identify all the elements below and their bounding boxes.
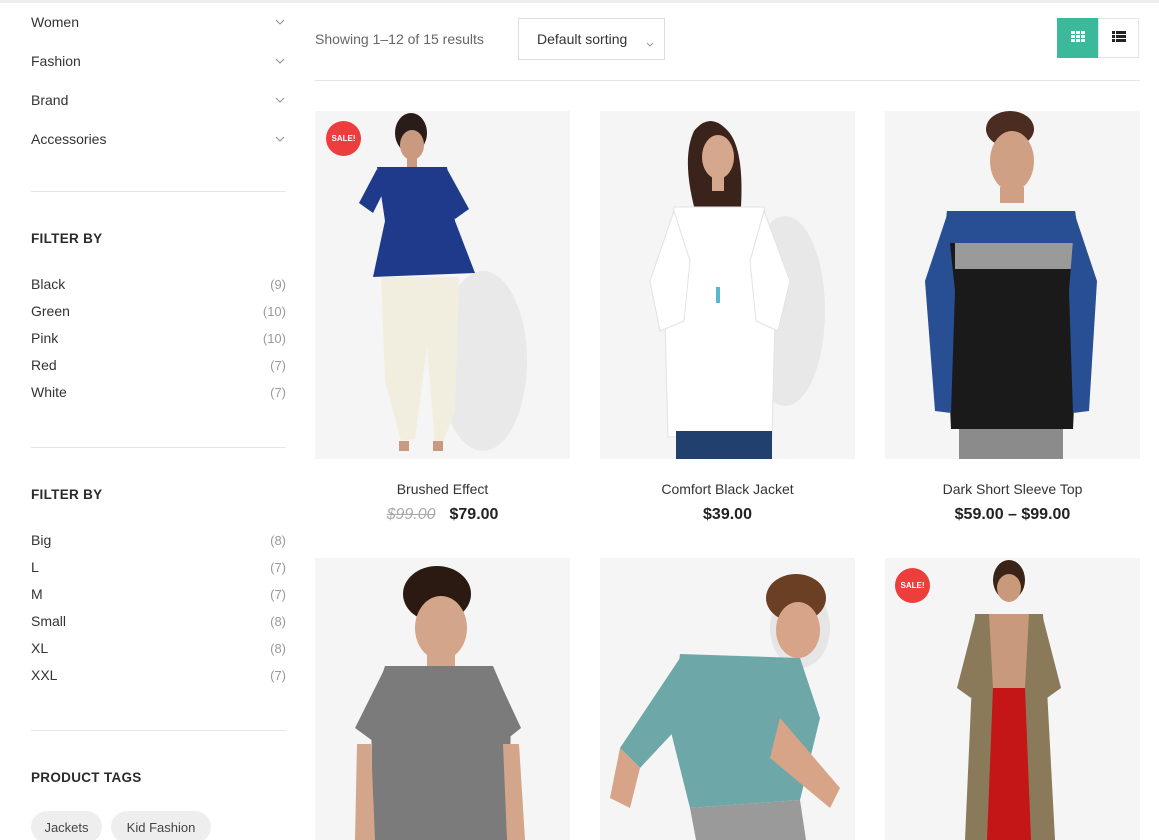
category-women[interactable]: Women (31, 10, 286, 34)
product-image[interactable]: SALE! (315, 111, 570, 459)
divider (31, 447, 286, 448)
chevron-down-icon[interactable] (274, 55, 286, 67)
category-label: Brand (31, 92, 69, 108)
category-brand[interactable]: Brand (31, 88, 286, 112)
filter-count: (7) (270, 384, 286, 400)
man-in-grey-polo-image (315, 558, 570, 840)
filter-label: M (31, 586, 43, 602)
filter-size-small[interactable]: Small (8) (31, 611, 286, 631)
list-view-button[interactable] (1098, 18, 1139, 58)
product-title[interactable]: Dark Short Sleeve Top (885, 481, 1140, 497)
grid-view-button[interactable] (1057, 18, 1098, 58)
product-price: $39.00 (600, 506, 855, 524)
category-fashion[interactable]: Fashion (31, 49, 286, 73)
filter-label: XL (31, 640, 49, 656)
product-image[interactable]: SALE! (885, 558, 1140, 840)
filter-count: (10) (262, 330, 286, 346)
filter-label: XXL (31, 667, 58, 683)
filter-color-black[interactable]: Black (9) (31, 274, 286, 294)
product-title[interactable]: Brushed Effect (315, 481, 570, 497)
chevron-down-icon[interactable] (274, 94, 286, 106)
filter-size-big[interactable]: Big (8) (31, 530, 286, 550)
grid-icon (1070, 29, 1085, 47)
chevron-down-icon (646, 34, 654, 50)
category-accessories[interactable]: Accessories (31, 127, 286, 151)
current-price: $59.00 – $99.00 (954, 506, 1071, 523)
filter-size-xl[interactable]: XL (8) (31, 638, 286, 658)
result-count: Showing 1–12 of 15 results (315, 31, 484, 47)
sale-badge: SALE! (326, 121, 361, 156)
product-image[interactable] (600, 111, 855, 459)
divider (31, 191, 286, 192)
category-label: Fashion (31, 53, 81, 69)
filter-label: Black (31, 276, 66, 292)
color-filter-title: FILTER BY (31, 231, 103, 246)
filter-label: L (31, 559, 39, 575)
product-price: $99.00 $79.00 (315, 506, 570, 524)
list-icon (1111, 29, 1126, 47)
filter-size-m[interactable]: M (7) (31, 584, 286, 604)
filter-label: Pink (31, 330, 59, 346)
product-image[interactable] (315, 558, 570, 840)
woman-in-blue-top-image (315, 111, 570, 459)
filter-count: (10) (262, 303, 286, 319)
filter-label: White (31, 384, 67, 400)
product-image[interactable] (600, 558, 855, 840)
sale-badge: SALE! (895, 568, 930, 603)
product-price: $59.00 – $99.00 (885, 506, 1140, 524)
product-title[interactable]: Comfort Black Jacket (600, 481, 855, 497)
sorting-value: Default sorting (537, 31, 628, 47)
filter-count: (9) (270, 276, 286, 292)
size-filter-title: FILTER BY (31, 487, 103, 502)
filter-color-red[interactable]: Red (7) (31, 355, 286, 375)
chevron-down-icon[interactable] (274, 16, 286, 28)
filter-count: (7) (270, 357, 286, 373)
filter-color-pink[interactable]: Pink (10) (31, 328, 286, 348)
filter-label: Small (31, 613, 67, 629)
old-price: $99.00 (386, 506, 436, 523)
top-border (0, 0, 1159, 3)
tag-kid-fashion[interactable]: Kid Fashion (111, 811, 211, 840)
category-label: Women (31, 14, 79, 30)
tag-jackets[interactable]: Jackets (31, 811, 102, 840)
filter-label: Big (31, 532, 52, 548)
filter-label: Green (31, 303, 70, 319)
filter-count: (8) (270, 532, 286, 548)
filter-count: (8) (270, 640, 286, 656)
filter-size-xxl[interactable]: XXL (7) (31, 665, 286, 685)
product-tags-title: PRODUCT TAGS (31, 770, 142, 785)
filter-count: (7) (270, 667, 286, 683)
toolbar-divider (315, 80, 1140, 81)
chevron-down-icon[interactable] (274, 133, 286, 145)
sorting-select[interactable]: Default sorting (518, 18, 665, 60)
current-price: $79.00 (449, 506, 499, 523)
woman-in-long-jacket-image (885, 558, 1140, 840)
divider (31, 730, 286, 731)
current-price: $39.00 (703, 506, 752, 523)
filter-count: (8) (270, 613, 286, 629)
filter-label: Red (31, 357, 57, 373)
man-in-teal-polo-image (600, 558, 855, 840)
product-image[interactable] (885, 111, 1140, 459)
filter-size-l[interactable]: L (7) (31, 557, 286, 577)
filter-count: (7) (270, 586, 286, 602)
filter-color-white[interactable]: White (7) (31, 382, 286, 402)
woman-in-white-top-image (600, 111, 855, 459)
man-in-long-sleeve-top-image (885, 111, 1140, 459)
filter-count: (7) (270, 559, 286, 575)
filter-color-green[interactable]: Green (10) (31, 301, 286, 321)
category-label: Accessories (31, 131, 107, 147)
